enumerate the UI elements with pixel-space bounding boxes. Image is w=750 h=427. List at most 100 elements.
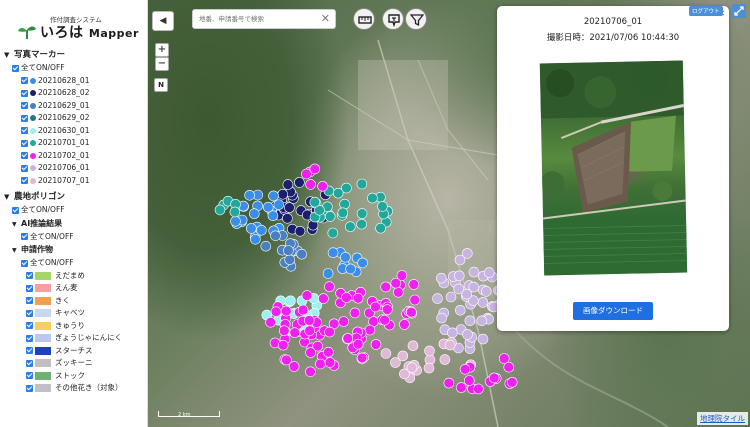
photo-layer-item[interactable]: 20210628_01 [0, 75, 147, 88]
checkbox[interactable] [21, 152, 28, 160]
polygon-section-header[interactable]: ▼ 農地ポリゴン [0, 190, 147, 204]
checkbox[interactable] [26, 384, 33, 392]
photo-marker[interactable] [340, 251, 351, 263]
photo-marker[interactable] [436, 312, 447, 324]
photo-marker[interactable] [379, 314, 390, 326]
crop-section-header[interactable]: ▼ 申請作物 [0, 243, 147, 257]
photo-layer-item[interactable]: 20210707_01 [0, 175, 147, 188]
photo-marker[interactable] [278, 325, 290, 337]
crop-layer-item[interactable]: きく [0, 295, 147, 308]
download-image-button[interactable]: 画像ダウンロード [573, 302, 653, 320]
photo-marker[interactable] [280, 305, 292, 317]
photo-marker[interactable] [476, 315, 488, 327]
photo-marker[interactable] [324, 357, 336, 368]
photo-marker[interactable] [407, 340, 419, 352]
photo-marker[interactable] [304, 325, 315, 337]
photo-marker[interactable] [406, 362, 418, 374]
photo-marker[interactable] [488, 372, 500, 384]
photo-marker[interactable] [230, 216, 241, 227]
photo-marker[interactable] [282, 213, 293, 224]
photo-marker[interactable] [454, 304, 466, 316]
photo-marker[interactable] [382, 304, 393, 315]
photo-marker[interactable] [301, 168, 312, 180]
photo-marker[interactable] [338, 316, 349, 327]
comment-tool-button[interactable] [382, 8, 404, 30]
photo-marker[interactable] [283, 245, 294, 256]
photo-marker[interactable] [370, 339, 382, 350]
photo-marker[interactable] [294, 226, 306, 237]
photo-marker[interactable] [249, 208, 260, 219]
ai-all-toggle[interactable]: 全てON/OFF [0, 231, 147, 244]
photo-marker[interactable] [447, 327, 458, 339]
photo-marker[interactable] [370, 301, 381, 313]
checkbox[interactable] [21, 102, 28, 110]
photo-marker[interactable] [327, 227, 339, 239]
photo-marker[interactable] [445, 291, 457, 303]
photo-marker[interactable] [284, 202, 295, 213]
photo-marker[interactable] [352, 338, 364, 350]
photo-marker[interactable] [506, 376, 518, 388]
crop-layer-item[interactable]: キャベツ [0, 307, 147, 320]
checkbox[interactable] [26, 334, 33, 342]
photo-marker[interactable] [341, 292, 352, 303]
photo-marker[interactable] [357, 257, 368, 269]
crop-layer-item[interactable]: きゅうり [0, 320, 147, 333]
photo-marker[interactable] [356, 178, 368, 190]
photo-marker[interactable] [453, 270, 465, 282]
checkbox[interactable] [21, 233, 28, 241]
photo-marker[interactable] [317, 181, 328, 192]
photo-marker[interactable] [480, 286, 492, 297]
photo-marker[interactable] [443, 377, 455, 389]
crop-layer-item[interactable]: その他花き（対象） [0, 382, 147, 395]
photo-marker[interactable] [284, 254, 295, 266]
checkbox[interactable] [21, 114, 28, 122]
checkbox[interactable] [26, 284, 33, 292]
crop-layer-item[interactable]: ぎょうじゃにんにく [0, 332, 147, 345]
polygon-all-toggle[interactable]: 全てON/OFF [0, 204, 147, 217]
photo-marker[interactable] [324, 281, 335, 293]
checkbox[interactable] [21, 77, 28, 85]
photo-marker[interactable] [356, 218, 367, 230]
checkbox[interactable] [26, 372, 33, 380]
photo-marker[interactable] [377, 201, 388, 212]
photo-marker[interactable] [305, 366, 316, 378]
photo-layer-item[interactable]: 20210629_02 [0, 112, 147, 125]
checkbox[interactable] [26, 309, 33, 317]
photo-layer-item[interactable]: 20210628_02 [0, 87, 147, 100]
search-input[interactable] [193, 10, 313, 28]
photo-marker[interactable] [345, 221, 356, 232]
photo-marker[interactable] [285, 295, 296, 307]
photo-marker[interactable] [322, 268, 334, 279]
photo-marker[interactable] [327, 247, 339, 258]
photo-marker[interactable] [229, 206, 241, 218]
checkbox[interactable] [21, 127, 28, 135]
aerial-photo[interactable] [539, 60, 688, 276]
photo-marker[interactable] [265, 316, 276, 328]
checkbox[interactable] [12, 64, 19, 72]
photo-marker[interactable] [324, 211, 336, 222]
photo-marker[interactable] [462, 329, 473, 340]
fullscreen-button[interactable] [732, 4, 746, 18]
crop-layer-item[interactable]: ズッキーニ [0, 357, 147, 370]
photo-marker[interactable] [477, 297, 489, 308]
photo-marker[interactable] [459, 363, 471, 375]
photo-marker[interactable] [332, 187, 344, 199]
photo-marker[interactable] [296, 248, 307, 260]
photo-marker[interactable] [345, 263, 356, 275]
photo-layer-item[interactable]: 20210630_01 [0, 125, 147, 138]
photo-marker[interactable] [337, 207, 349, 219]
checkbox[interactable] [21, 89, 28, 97]
photo-marker[interactable] [390, 357, 401, 368]
photo-marker[interactable] [309, 196, 321, 208]
photo-marker[interactable] [390, 277, 402, 289]
checkbox[interactable] [21, 139, 28, 147]
photo-marker[interactable] [342, 333, 354, 344]
photo-marker[interactable] [277, 189, 289, 200]
photo-layer-item[interactable]: 20210706_01 [0, 162, 147, 175]
crop-layer-item[interactable]: えん麦 [0, 282, 147, 295]
crop-all-toggle[interactable]: 全てON/OFF [0, 257, 147, 270]
clear-search-icon[interactable]: ✕ [321, 12, 330, 26]
logout-button[interactable]: ログアウト [689, 6, 723, 16]
photo-layer-item[interactable]: 20210629_01 [0, 100, 147, 113]
photo-marker[interactable] [380, 348, 392, 359]
